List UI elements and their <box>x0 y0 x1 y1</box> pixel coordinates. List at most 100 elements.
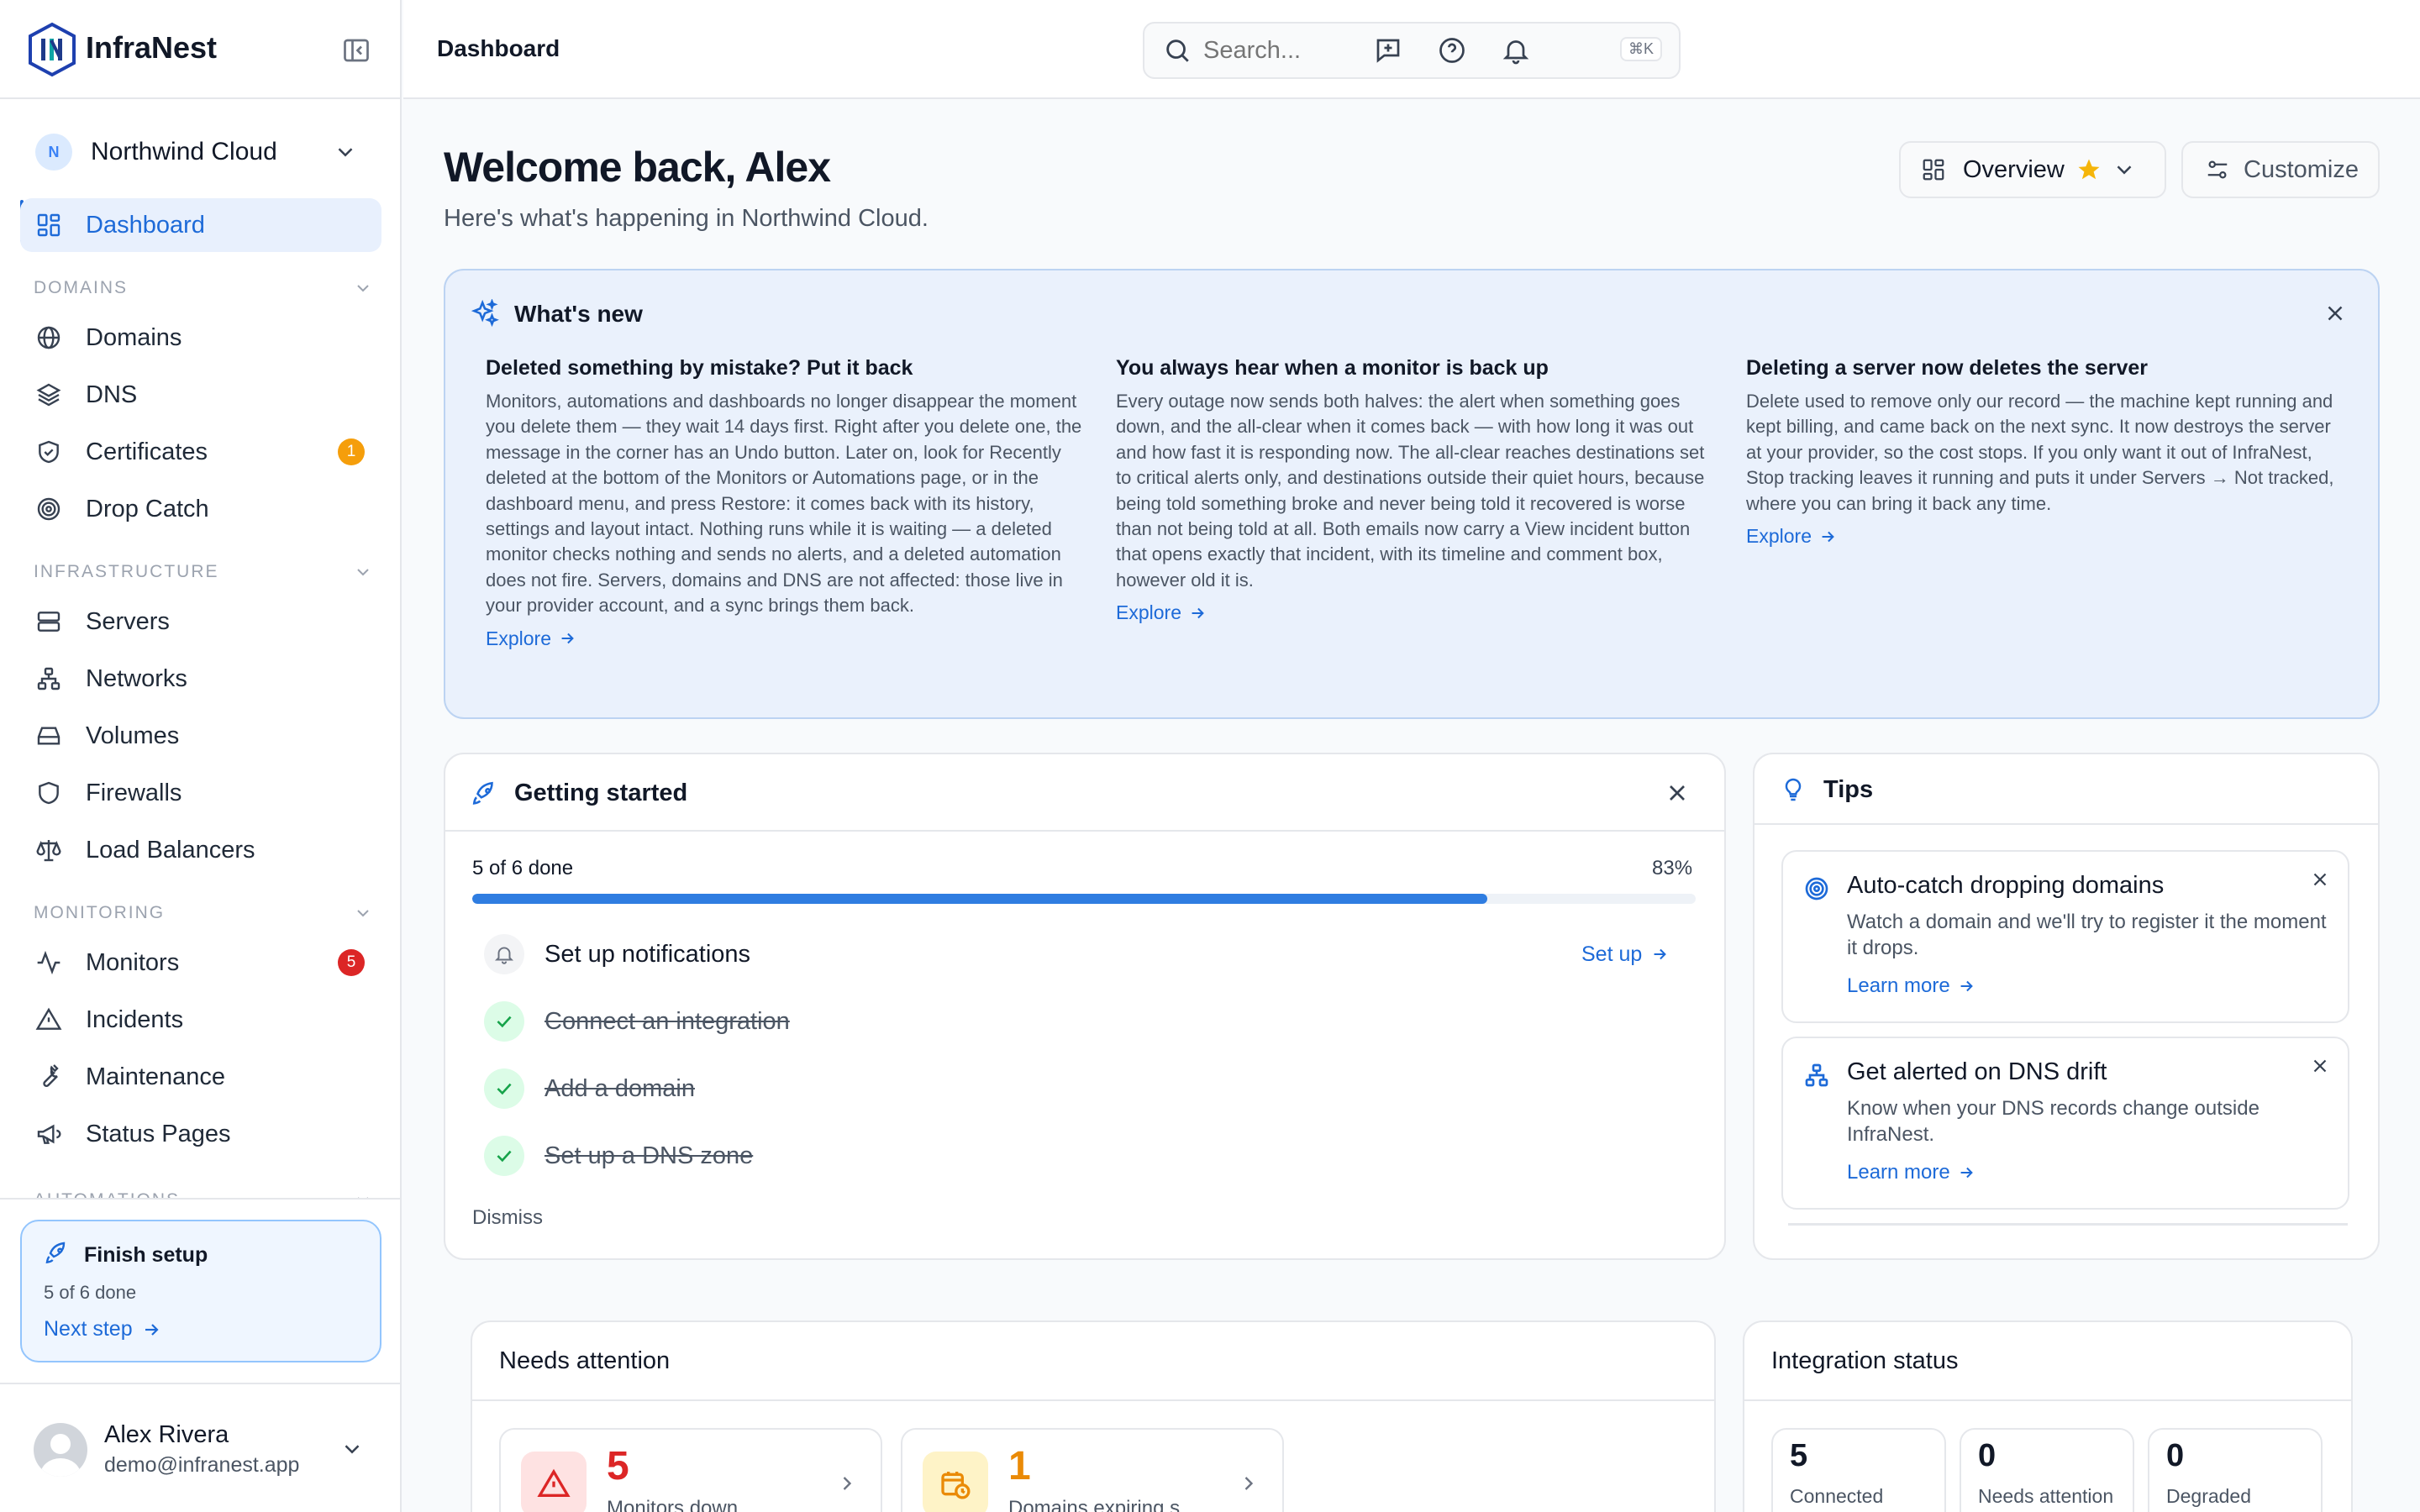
section-label: MONITORING <box>34 903 166 922</box>
whats-new-item-body: Delete used to remove only our record — … <box>1746 391 2334 514</box>
sidebar-item-incidents[interactable]: Incidents <box>20 993 381 1047</box>
section-label: AUTOMATIONS <box>34 1190 180 1198</box>
top-header: Dashboard ⌘K <box>403 0 2420 99</box>
whats-new-item-body: Every outage now sends both halves: the … <box>1116 391 1705 591</box>
learn-more-link[interactable]: Learn more <box>1847 974 1975 998</box>
integration-label: Degraded <box>2166 1485 2252 1507</box>
megaphone-icon <box>34 1119 64 1149</box>
workspace-switcher[interactable]: N Northwind Cloud <box>22 124 376 180</box>
integration-tile-degraded[interactable]: 0 Degraded <box>2148 1428 2323 1512</box>
sidebar-item-label: Incidents <box>86 1005 184 1033</box>
chevron-down-icon <box>339 1436 365 1462</box>
workspace-name: Northwind Cloud <box>91 138 277 165</box>
step-connect-integration: Connect an integration <box>484 998 1694 1045</box>
arrow-right-icon <box>1818 528 1837 546</box>
check-icon <box>484 1068 524 1109</box>
arrow-right-icon <box>1650 945 1669 963</box>
sidebar-item-firewalls[interactable]: Firewalls <box>20 766 381 820</box>
customize-label: Customize <box>2244 155 2359 183</box>
section-automations[interactable]: AUTOMATIONS <box>34 1188 373 1198</box>
explore-link[interactable]: Explore <box>1116 601 1721 624</box>
welcome-title: Welcome back, Alex <box>444 144 831 191</box>
section-infrastructure[interactable]: INFRASTRUCTURE <box>34 559 373 585</box>
bell-icon[interactable] <box>1501 35 1531 66</box>
collapse-sidebar-icon[interactable] <box>341 35 371 66</box>
sidebar-item-dashboard[interactable]: Dashboard <box>20 198 381 252</box>
next-step-link[interactable]: Next step <box>44 1317 161 1341</box>
sidebar-item-volumes[interactable]: Volumes <box>20 709 381 763</box>
search-bar[interactable]: ⌘K <box>1143 22 1681 79</box>
target-icon <box>1803 875 1830 902</box>
sidebar-item-domains[interactable]: Domains <box>20 311 381 365</box>
needs-attention-card: Needs attention 5 Monitors down 1 Domain… <box>471 1320 1716 1512</box>
step-label: Connect an integration <box>544 1007 790 1035</box>
lightbulb-icon <box>1780 776 1807 803</box>
view-label: Overview <box>1963 155 2065 183</box>
attention-tile-monitors-down[interactable]: 5 Monitors down <box>499 1428 882 1512</box>
brand-name: InfraNest <box>86 30 218 65</box>
sidebar-item-servers[interactable]: Servers <box>20 595 381 648</box>
sidebar-item-monitors[interactable]: Monitors 5 <box>20 936 381 990</box>
sidebar-item-drop-catch[interactable]: Drop Catch <box>20 482 381 536</box>
explore-label: Explore <box>1116 601 1181 624</box>
close-icon[interactable] <box>2309 1055 2331 1077</box>
finish-setup-card[interactable]: Finish setup 5 of 6 done Next step <box>20 1220 381 1362</box>
step-set-up-dns-zone: Set up a DNS zone <box>484 1132 1694 1179</box>
chevron-down-icon <box>353 903 373 923</box>
arrow-right-icon <box>141 1320 161 1340</box>
integration-status-title: Integration status <box>1771 1347 1959 1374</box>
section-domains[interactable]: DOMAINS <box>34 276 373 301</box>
tip-title: Get alerted on DNS drift <box>1847 1058 2107 1085</box>
check-icon <box>484 1136 524 1176</box>
integration-tile-needs-attention[interactable]: 0 Needs attention <box>1960 1428 2134 1512</box>
scale-icon <box>34 835 64 865</box>
shield-icon <box>34 778 64 808</box>
learn-more-link[interactable]: Learn more <box>1847 1161 1975 1184</box>
chevron-down-icon <box>333 139 358 165</box>
attention-value: 5 <box>607 1444 629 1488</box>
sidebar-item-status-pages[interactable]: Status Pages <box>20 1107 381 1161</box>
set-up-link[interactable]: Set up <box>1581 942 1669 967</box>
dismiss-button[interactable]: Dismiss <box>472 1206 543 1230</box>
close-icon[interactable] <box>2309 869 2331 890</box>
feedback-icon[interactable] <box>1373 35 1403 66</box>
chevron-down-icon <box>353 1190 373 1198</box>
avatar <box>34 1423 87 1477</box>
progress-text: 5 of 6 done <box>472 857 574 879</box>
search-shortcut: ⌘K <box>1619 37 1662 61</box>
integration-tile-connected[interactable]: 5 Connected <box>1771 1428 1946 1512</box>
section-monitoring[interactable]: MONITORING <box>34 900 373 926</box>
sidebar-item-certificates[interactable]: Certificates 1 <box>20 425 381 479</box>
attention-tile-domains-expiring[interactable]: 1 Domains expiring s <box>901 1428 1284 1512</box>
calendar-clock-icon <box>923 1452 988 1512</box>
set-up-label: Set up <box>1581 942 1643 966</box>
learn-more-label: Learn more <box>1847 1161 1950 1184</box>
help-icon[interactable] <box>1437 35 1467 66</box>
finish-setup-progress: 5 of 6 done <box>44 1282 137 1303</box>
step-label: Set up notifications <box>544 940 751 968</box>
sidebar-item-dns[interactable]: DNS <box>20 368 381 422</box>
progress-bar <box>472 894 1696 904</box>
explore-link[interactable]: Explore <box>486 627 1091 650</box>
shield-check-icon <box>34 437 64 467</box>
close-icon[interactable] <box>2323 301 2348 326</box>
whats-new-title: What's new <box>514 301 643 327</box>
explore-label: Explore <box>1746 525 1812 548</box>
sidebar-item-label: Monitors <box>86 948 180 976</box>
chevron-down-icon <box>353 278 373 298</box>
user-menu[interactable]: Alex Rivera demo@infranest.app <box>0 1383 402 1512</box>
explore-link[interactable]: Explore <box>1746 525 2351 548</box>
integration-value: 0 <box>2166 1438 2185 1473</box>
close-icon[interactable] <box>1664 780 1691 806</box>
sidebar-item-maintenance[interactable]: Maintenance <box>20 1050 381 1104</box>
customize-button[interactable]: Customize <box>2181 141 2380 198</box>
check-icon <box>484 1001 524 1042</box>
view-selector[interactable]: Overview <box>1899 141 2166 198</box>
arrow-right-icon <box>1957 977 1975 995</box>
alert-triangle-icon <box>521 1452 587 1512</box>
search-icon <box>1163 36 1192 65</box>
sidebar-item-label: Maintenance <box>86 1063 226 1090</box>
sidebar-item-load-balancers[interactable]: Load Balancers <box>20 823 381 877</box>
whats-new-item: You always hear when a monitor is back u… <box>1116 356 1721 624</box>
sidebar-item-networks[interactable]: Networks <box>20 652 381 706</box>
